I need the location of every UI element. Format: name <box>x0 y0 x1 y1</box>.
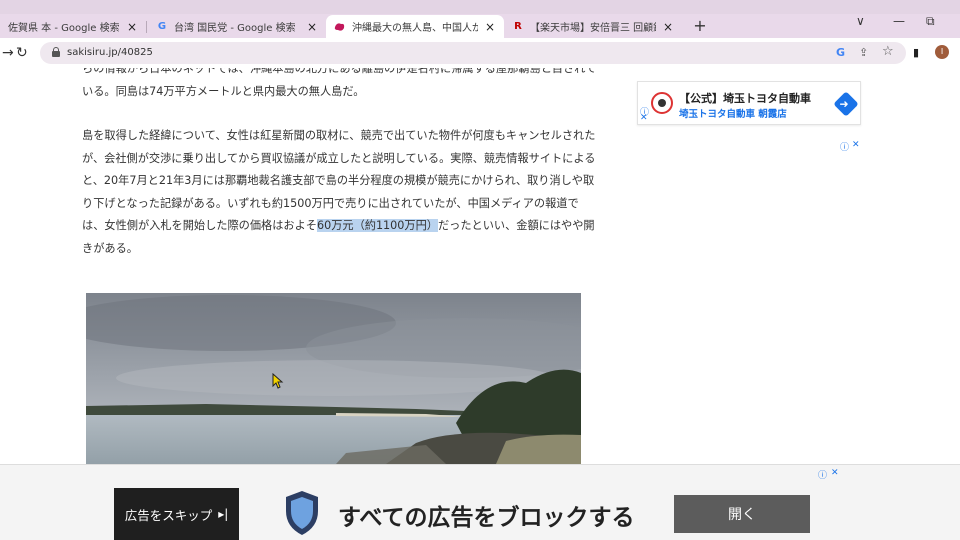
forward-arrow-icon[interactable]: → <box>2 45 14 61</box>
rakuten-icon: R <box>514 21 522 32</box>
url-text[interactable]: sakisiru.jp/40825 <box>67 47 153 58</box>
close-icon[interactable]: × <box>306 20 318 34</box>
ad-title[interactable]: 【公式】埼玉トヨタ自動車 <box>679 90 811 106</box>
toyota-logo-icon <box>651 92 673 114</box>
tab-title: 佐賀県 本 - Google 検索 <box>8 23 120 34</box>
article-photo <box>86 293 581 464</box>
directions-arrow-icon[interactable]: ➜ <box>833 91 859 117</box>
close-icon[interactable]: × <box>484 20 496 34</box>
close-icon[interactable]: ✕ <box>831 468 839 478</box>
tab-article-active[interactable]: 沖縄最大の無人島、中国人が買収 × <box>326 15 504 38</box>
reload-icon[interactable]: ↻ <box>16 45 28 61</box>
article-paragraph: 島を取得した経緯について、女性は紅星新聞の取材に、競売で出ていた物件が何度もキャ… <box>82 125 597 260</box>
tab-search-chevron-down-icon[interactable]: ∨ <box>856 14 865 28</box>
shield-icon <box>286 491 318 535</box>
close-icon[interactable]: ✕ <box>640 113 648 123</box>
tab-google-search-saga[interactable]: 佐賀県 本 - Google 検索 × <box>0 15 146 38</box>
tab-google-search-taiwan[interactable]: G 台湾 国民党 - Google 検索 × <box>148 15 326 38</box>
avatar[interactable]: I <box>935 45 949 59</box>
sidebar-icon[interactable]: ▮ <box>913 46 919 59</box>
article-body: らの情報から日本のネットでは、沖縄本島の北方にある離島の伊是名村に帰属する屋那覇… <box>82 68 597 282</box>
share-icon[interactable]: ⇪ <box>859 46 868 59</box>
tab-title: 沖縄最大の無人島、中国人が買収 <box>352 23 478 34</box>
bookmark-star-icon[interactable]: ☆ <box>882 44 894 59</box>
tab-separator <box>146 21 147 33</box>
ad-subtitle[interactable]: 埼玉トヨタ自動車 朝霞店 <box>679 106 787 120</box>
open-button[interactable]: 開く <box>674 495 810 533</box>
address-bar[interactable] <box>40 42 906 64</box>
lock-icon[interactable] <box>52 47 60 57</box>
title-bar <box>0 0 960 14</box>
close-icon[interactable]: × <box>662 20 674 34</box>
skip-next-icon: ▸| <box>218 507 229 521</box>
skip-ad-button[interactable]: 広告をスキップ ▸| <box>114 488 239 540</box>
adchoices-icon[interactable]: ⓘ <box>818 468 827 481</box>
page-viewport: らの情報から日本のネットでは、沖縄本島の北方にある離島の伊是名村に帰属する屋那覇… <box>0 68 960 464</box>
tab-title: 【楽天市場】安倍晋三 回顧録 <box>530 23 656 34</box>
new-tab-button[interactable]: + <box>690 16 710 36</box>
article-paragraph: らの情報から日本のネットでは、沖縄本島の北方にある離島の伊是名村に帰属する屋那覇… <box>82 68 597 98</box>
google-lens-icon[interactable]: G <box>836 46 845 59</box>
adchoices-icon[interactable]: ⓘ <box>840 140 849 153</box>
mouse-cursor-icon <box>272 373 284 389</box>
close-icon[interactable]: ✕ <box>852 140 860 150</box>
restore-icon[interactable]: ⧉ <box>926 14 935 29</box>
minimize-icon[interactable]: — <box>893 14 905 28</box>
close-icon[interactable]: × <box>126 20 138 34</box>
selected-text-highlight: 60万元（約1100万円） <box>316 219 438 232</box>
skip-ad-label: 広告をスキップ <box>124 507 213 523</box>
ad-headline: すべての広告をブロックする <box>338 505 635 531</box>
article-text: 島を取得した経緯について、女性は紅星新聞の取材に、競売で出ていた物件が何度もキャ… <box>82 129 596 232</box>
tab-title: 台湾 国民党 - Google 検索 <box>174 23 296 34</box>
site-icon <box>334 21 346 33</box>
google-icon: G <box>157 21 167 32</box>
tab-rakuten[interactable]: R 【楽天市場】安倍晋三 回顧録 × <box>504 15 682 38</box>
sidebar-ad-card[interactable]: 【公式】埼玉トヨタ自動車 埼玉トヨタ自動車 朝霞店 ➜ <box>637 81 861 125</box>
